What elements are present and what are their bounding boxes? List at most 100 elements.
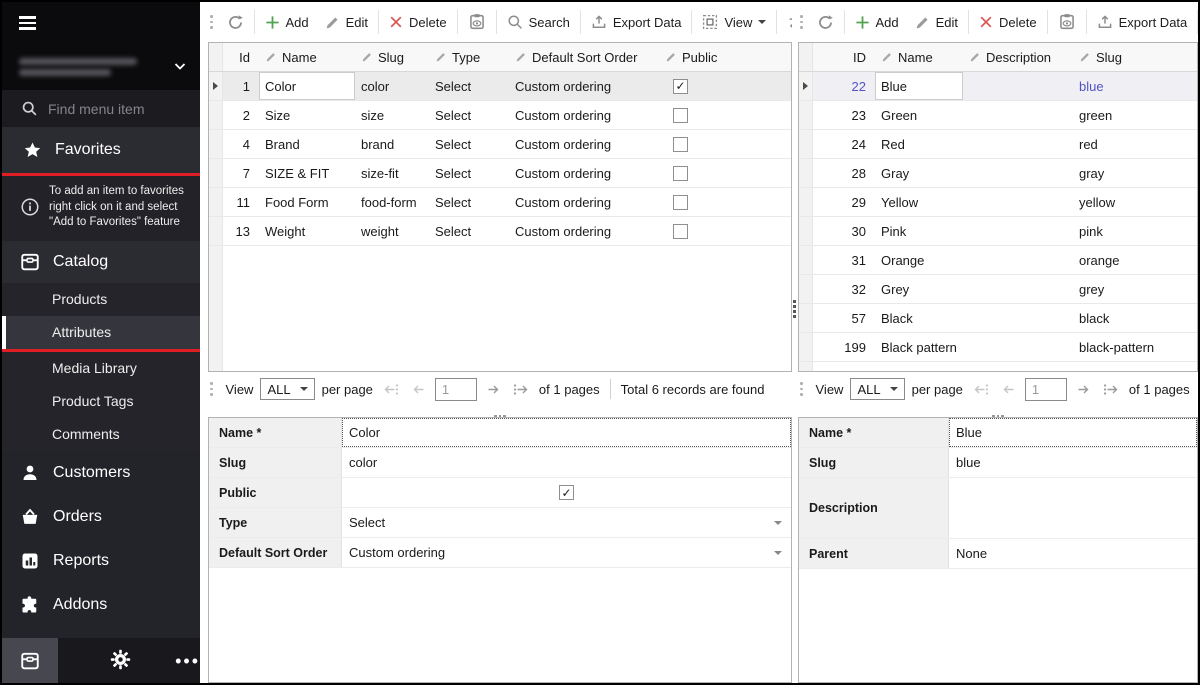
public-form-checkbox[interactable] (559, 485, 574, 500)
table-row[interactable]: 11 Food Form food-form Select Custom ord… (209, 188, 791, 217)
sidebar-item-orders[interactable]: Orders (2, 495, 200, 539)
form-splitter-handle[interactable] (208, 406, 792, 417)
column-header-id[interactable]: Id (223, 43, 259, 71)
sidebar-item-attributes[interactable]: Attributes (2, 316, 200, 349)
export-data-button[interactable]: Export Data (583, 7, 690, 37)
search-button[interactable]: Search (499, 7, 578, 37)
sidebar-item-catalog[interactable]: Catalog (2, 241, 200, 283)
slug-field-label: Slug (209, 448, 342, 477)
parent-field[interactable]: None (949, 539, 1197, 568)
column-header-sort-order[interactable]: Default Sort Order (509, 43, 659, 71)
toolbar-grip-handle[interactable] (800, 15, 803, 29)
table-row[interactable]: 31 Orange orange (799, 246, 1197, 275)
search-icon (21, 100, 38, 117)
toolbar-separator (496, 10, 497, 34)
cell-slug: size-fit (355, 159, 429, 187)
last-page-button[interactable] (510, 382, 532, 397)
preview-button[interactable] (1050, 7, 1084, 37)
public-checkbox[interactable] (673, 108, 688, 123)
panel-splitter-handle[interactable] (793, 300, 796, 318)
public-checkbox[interactable] (673, 166, 688, 181)
sidebar-item-addons[interactable]: Addons (2, 583, 200, 627)
edit-button[interactable]: Edit (317, 7, 376, 37)
public-checkbox[interactable] (673, 79, 688, 94)
sidebar-item-products[interactable]: Products (2, 283, 200, 316)
more-options-button[interactable]: ••• (175, 656, 200, 666)
per-page-select[interactable]: ALL (260, 378, 314, 400)
table-row[interactable]: 2 Size size Select Custom ordering (209, 101, 791, 130)
column-header-slug[interactable]: Slug (355, 43, 429, 71)
hamburger-menu-icon[interactable] (19, 16, 36, 30)
add-button[interactable]: Add (847, 7, 907, 37)
column-header-type[interactable]: Type (429, 43, 509, 71)
table-row[interactable]: 4 Brand brand Select Custom ordering (209, 130, 791, 159)
sidebar-item-customers[interactable]: Customers (2, 451, 200, 495)
refresh-button[interactable] (219, 7, 252, 37)
catalog-tab-button[interactable] (2, 638, 58, 683)
table-row-selected[interactable]: 22 Blue blue (799, 72, 1197, 101)
settings-button[interactable] (110, 649, 131, 673)
next-page-button[interactable] (484, 382, 503, 397)
public-checkbox[interactable] (673, 224, 688, 239)
sidebar-item-favorites[interactable]: Favorites (2, 127, 200, 173)
description-field[interactable] (949, 478, 1197, 538)
view-dropdown-button[interactable]: View (694, 7, 774, 37)
pages-count-label: of 1 pages (1129, 382, 1190, 397)
form-splitter-handle[interactable] (798, 406, 1198, 417)
per-page-select[interactable]: ALL (850, 378, 904, 400)
type-dropdown[interactable]: Select (342, 508, 791, 537)
pager-grip-handle[interactable] (210, 382, 213, 396)
last-page-button[interactable] (1100, 382, 1122, 397)
slug-field[interactable]: blue (949, 448, 1197, 477)
column-header-name[interactable]: Name (259, 43, 355, 71)
table-row[interactable]: 30 Pink pink (799, 217, 1197, 246)
sort-order-dropdown[interactable]: Custom ordering (342, 538, 791, 567)
table-row[interactable]: 23 Green green (799, 101, 1197, 130)
export-data-button[interactable]: Export Data (1089, 7, 1196, 37)
page-number-input[interactable] (435, 378, 477, 401)
delete-button[interactable]: Delete (971, 7, 1045, 37)
table-row[interactable]: 28 Gray gray (799, 159, 1197, 188)
cell-name-editor[interactable]: Blue (875, 72, 963, 100)
first-page-button[interactable] (970, 382, 992, 397)
table-row[interactable]: 57 Black black (799, 304, 1197, 333)
prev-page-button[interactable] (999, 382, 1018, 397)
pager-grip-handle[interactable] (800, 382, 803, 396)
export-grid-dropdown-button[interactable]: Export Grid (779, 7, 792, 37)
column-header-name[interactable]: Name (875, 43, 963, 71)
column-header-slug[interactable]: Slug (1073, 43, 1197, 71)
column-header-id[interactable]: ID (813, 43, 875, 71)
table-row[interactable]: 32 Grey grey (799, 275, 1197, 304)
public-checkbox[interactable] (673, 137, 688, 152)
first-page-button[interactable] (380, 382, 402, 397)
table-row[interactable]: 29 Yellow yellow (799, 188, 1197, 217)
user-account-area[interactable] (2, 44, 200, 90)
sidebar-item-media-library[interactable]: Media Library (2, 352, 200, 385)
table-row[interactable]: 13 Weight weight Select Custom ordering (209, 217, 791, 246)
refresh-button[interactable] (809, 7, 842, 37)
edit-button[interactable]: Edit (907, 7, 966, 37)
slug-field[interactable]: color (342, 448, 791, 477)
delete-button[interactable]: Delete (381, 7, 455, 37)
preview-button[interactable] (460, 7, 494, 37)
next-page-button[interactable] (1074, 382, 1093, 397)
table-row-selected[interactable]: 1 Color color Select Custom ordering (209, 72, 791, 101)
table-row[interactable]: 199 Black pattern black-pattern (799, 333, 1197, 362)
column-header-public[interactable]: Public (659, 43, 791, 71)
name-field[interactable]: Blue (949, 418, 1197, 447)
search-input[interactable] (48, 101, 178, 117)
public-checkbox[interactable] (673, 195, 688, 210)
chevron-down-icon[interactable] (172, 58, 188, 77)
sidebar-item-product-tags[interactable]: Product Tags (2, 385, 200, 418)
sidebar-item-comments[interactable]: Comments (2, 418, 200, 451)
name-field[interactable]: Color (342, 418, 791, 447)
sidebar-item-reports[interactable]: Reports (2, 539, 200, 583)
column-header-description[interactable]: Description (963, 43, 1073, 71)
toolbar-grip-handle[interactable] (210, 15, 213, 29)
page-number-input[interactable] (1025, 378, 1067, 401)
prev-page-button[interactable] (409, 382, 428, 397)
cell-name-editor[interactable]: Color (259, 72, 355, 100)
table-row[interactable]: 7 SIZE & FIT size-fit Select Custom orde… (209, 159, 791, 188)
add-button[interactable]: Add (257, 7, 317, 37)
table-row[interactable]: 24 Red red (799, 130, 1197, 159)
